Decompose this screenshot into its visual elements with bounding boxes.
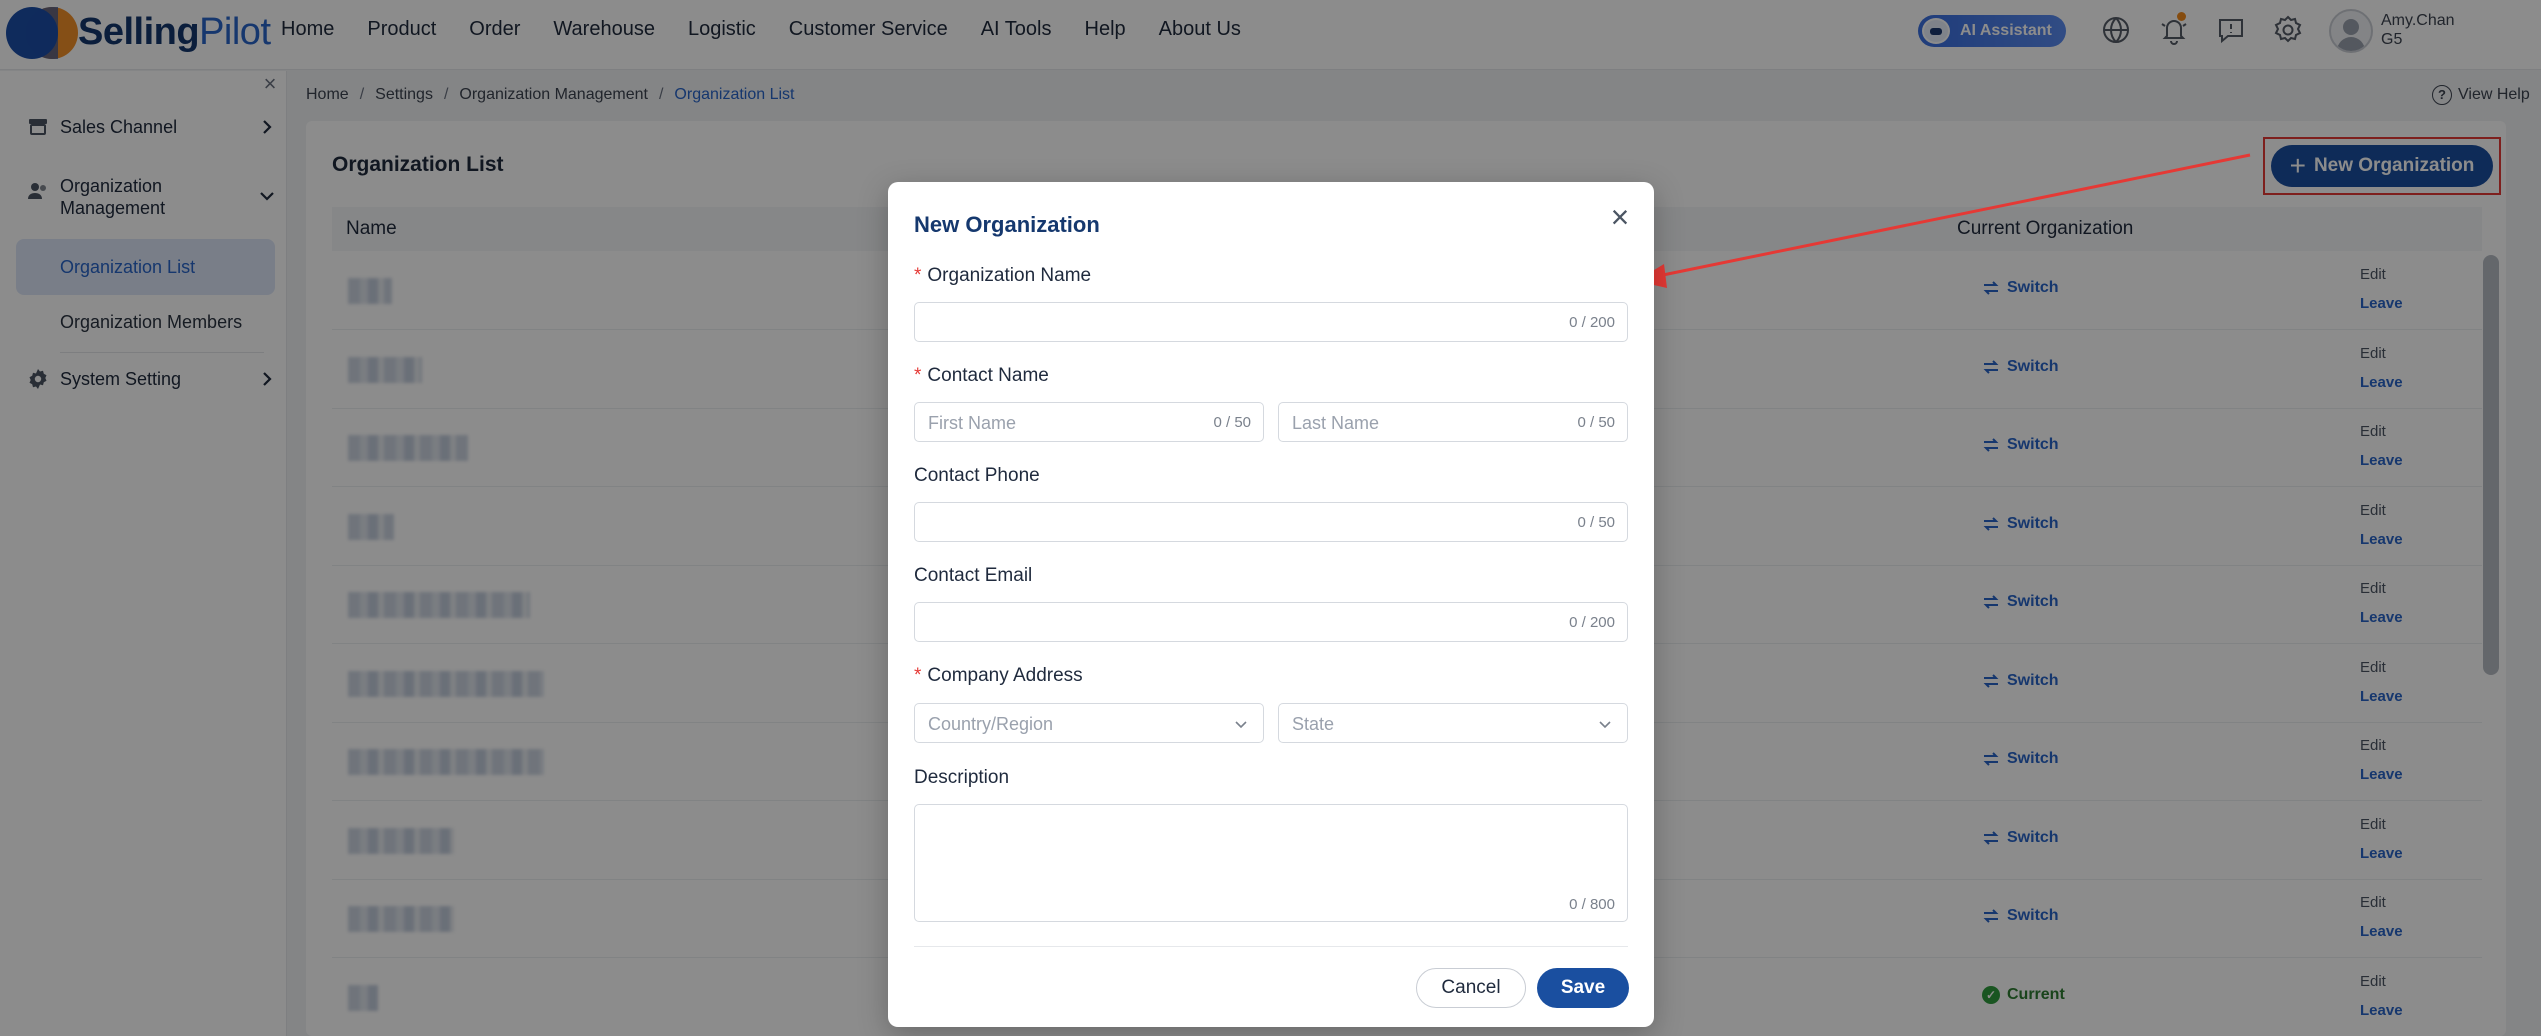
contact-email-input[interactable]: 0 / 200	[914, 602, 1628, 642]
contact-phone-label: Contact Phone	[914, 465, 1040, 486]
chevron-down-icon	[1597, 716, 1613, 732]
state-select[interactable]: State	[1278, 703, 1628, 743]
dialog-title: New Organization	[914, 212, 1100, 237]
close-icon[interactable]: ×	[1606, 201, 1634, 233]
company-address-label: * Company Address	[914, 665, 1083, 686]
char-counter: 0 / 50	[1577, 414, 1615, 431]
save-button[interactable]: Save	[1537, 968, 1629, 1008]
first-name-placeholder: First Name	[928, 413, 1017, 433]
cancel-button[interactable]: Cancel	[1416, 968, 1526, 1008]
country-region-select[interactable]: Country/Region	[914, 703, 1264, 743]
contact-name-label: * Contact Name	[914, 365, 1049, 386]
first-name-input[interactable]: First Name 0 / 50	[914, 402, 1264, 442]
organization-name-input[interactable]: 0 / 200	[914, 302, 1628, 342]
new-organization-dialog: New Organization × * Organization Name 0 …	[888, 182, 1654, 1027]
organization-name-label: * Organization Name	[914, 265, 1092, 286]
contact-email-label: Contact Email	[914, 565, 1033, 586]
chevron-down-icon	[1233, 716, 1249, 732]
divider	[914, 946, 1628, 947]
char-counter: 0 / 200	[1569, 314, 1615, 331]
description-label: Description	[914, 767, 1010, 788]
char-counter: 0 / 800	[1569, 896, 1615, 913]
state-placeholder: State	[1292, 714, 1335, 734]
char-counter: 0 / 50	[1213, 414, 1251, 431]
country-placeholder: Country/Region	[928, 714, 1054, 734]
last-name-input[interactable]: Last Name 0 / 50	[1278, 402, 1628, 442]
last-name-placeholder: Last Name	[1292, 413, 1380, 433]
char-counter: 0 / 200	[1569, 614, 1615, 631]
char-counter: 0 / 50	[1577, 514, 1615, 531]
contact-phone-input[interactable]: 0 / 50	[914, 502, 1628, 542]
description-textarea[interactable]: 0 / 800	[914, 804, 1628, 922]
